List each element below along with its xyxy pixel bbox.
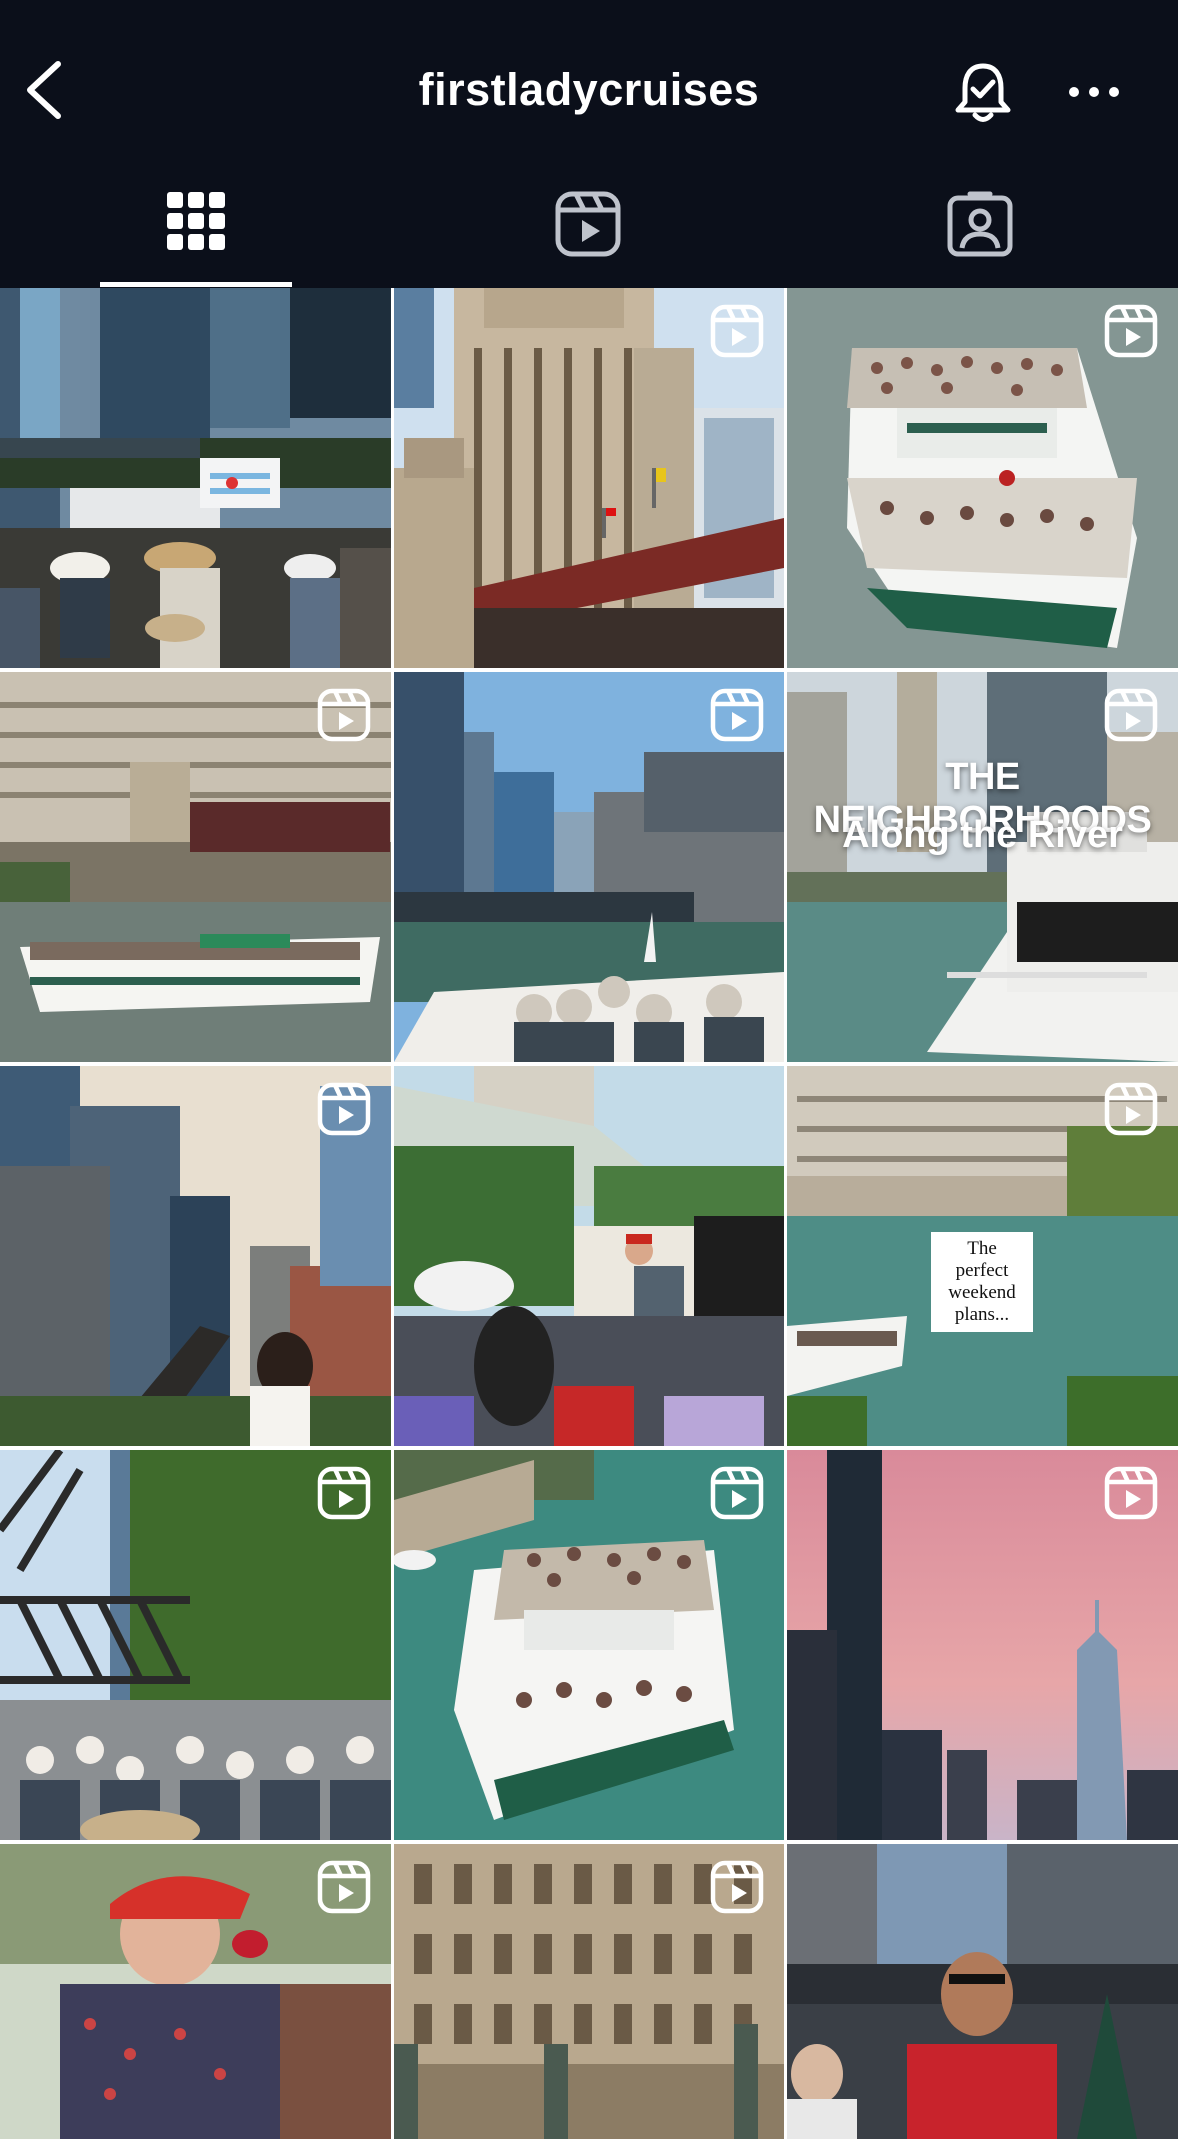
reels-icon [555, 191, 621, 257]
ellipsis-icon [1069, 87, 1119, 97]
post-tile[interactable] [0, 1844, 391, 2139]
post-tile[interactable] [0, 1066, 391, 1446]
reel-indicator-icon [317, 1466, 371, 1520]
post-tile[interactable] [394, 1450, 784, 1840]
reel-overlay-subtitle: Along the River [842, 814, 1123, 856]
post-tile[interactable]: The perfect weekend plans... [787, 1066, 1178, 1446]
reel-indicator-icon [317, 1082, 371, 1136]
posts-grid: THE NEIGHBORHOODS Along the River The pe… [0, 288, 1178, 2139]
reel-indicator-icon [710, 1466, 764, 1520]
post-tile[interactable]: THE NEIGHBORHOODS Along the River [787, 672, 1178, 1062]
post-thumbnail [394, 1066, 784, 1446]
reel-indicator-icon [317, 688, 371, 742]
reel-indicator-icon [1104, 1082, 1158, 1136]
post-tile[interactable] [0, 672, 391, 1062]
profile-tabs [0, 180, 1178, 288]
profile-header: firstladycruises [0, 0, 1178, 180]
tab-tagged[interactable] [784, 180, 1176, 288]
post-tile[interactable] [787, 1450, 1178, 1840]
notifications-button[interactable] [948, 58, 1018, 128]
tab-grid[interactable] [0, 180, 392, 288]
tab-reels[interactable] [392, 180, 784, 288]
post-tile[interactable] [787, 288, 1178, 668]
post-tile[interactable] [787, 1844, 1178, 2139]
reel-indicator-icon [710, 304, 764, 358]
tagged-user-icon [947, 191, 1013, 257]
post-tile[interactable] [0, 288, 391, 668]
more-options-button[interactable] [1064, 78, 1124, 108]
reel-indicator-icon [710, 688, 764, 742]
grid-icon [167, 192, 225, 250]
reel-indicator-icon [710, 1860, 764, 1914]
reel-indicator-icon [1104, 1466, 1158, 1520]
reel-indicator-icon [317, 1860, 371, 1914]
post-tile[interactable] [394, 288, 784, 668]
post-tile[interactable] [394, 672, 784, 1062]
reel-indicator-icon [1104, 304, 1158, 358]
active-tab-indicator [100, 282, 292, 287]
post-tile[interactable] [394, 1066, 784, 1446]
post-thumbnail [0, 288, 391, 668]
reel-overlay-note: The perfect weekend plans... [931, 1232, 1033, 1332]
post-tile[interactable] [394, 1844, 784, 2139]
post-thumbnail [787, 1844, 1178, 2139]
reel-indicator-icon [1104, 688, 1158, 742]
bell-icon [955, 63, 1011, 122]
post-tile[interactable] [0, 1450, 391, 1840]
